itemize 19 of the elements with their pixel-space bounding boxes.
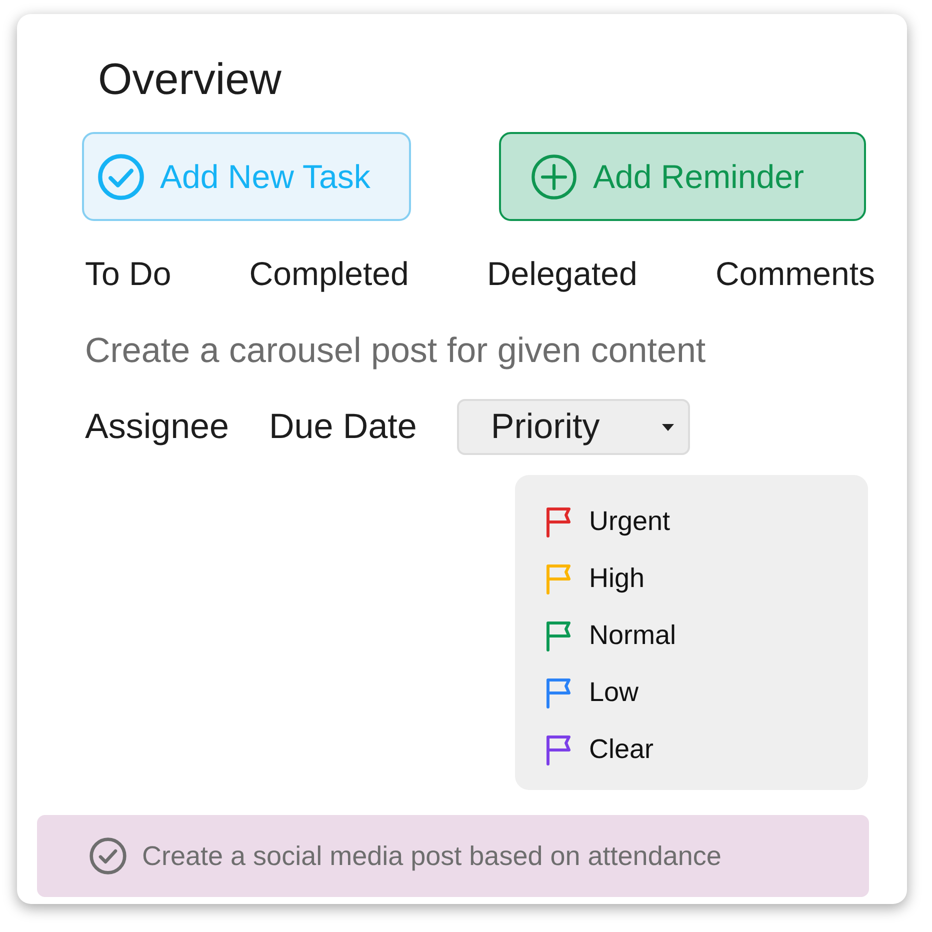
page-title: Overview [98, 58, 282, 102]
field-label: Assignee [85, 406, 229, 448]
priority-option[interactable]: Clear [545, 721, 654, 778]
check-circle-icon [96, 152, 146, 202]
tab[interactable]: Delegated [486, 249, 638, 298]
tab[interactable]: Comments [715, 249, 875, 298]
priority-option[interactable]: Low [545, 664, 639, 721]
field-label: Due Date [268, 406, 417, 448]
plus-circle-icon [529, 152, 579, 202]
tab[interactable]: To Do [85, 249, 172, 298]
priority-dropdown[interactable]: Priority [456, 399, 690, 455]
priority-option[interactable]: High [545, 550, 645, 607]
priority-option[interactable]: Normal [545, 607, 676, 664]
check-circle-icon [88, 836, 128, 876]
caret-icon [662, 424, 674, 430]
tab[interactable]: Completed [249, 249, 409, 298]
priority-option[interactable]: Urgent [545, 493, 670, 550]
task-text: Create a social media post based on attendance [142, 840, 722, 873]
task-title: Create a carousel post for given content [85, 330, 707, 372]
